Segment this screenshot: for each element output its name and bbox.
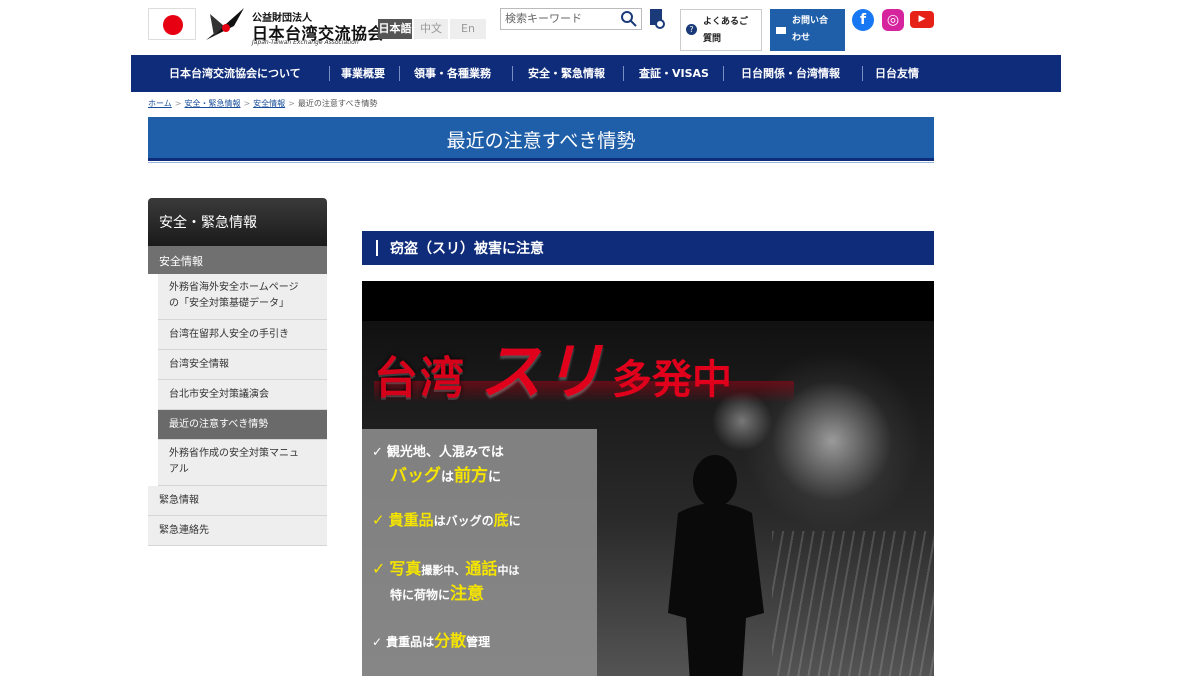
faq-label-2: 質問 — [703, 34, 722, 44]
nav-safety[interactable]: 安全・緊急情報 — [528, 55, 605, 92]
faq-button[interactable]: ? よくあるご質問 — [680, 9, 762, 51]
tip-3-line-2: 特に荷物に注意 — [390, 584, 485, 604]
poster-headline-taiwan: 台湾 — [374, 353, 466, 404]
poster-headline-tahatsu: 多発中 — [612, 357, 733, 403]
sidebar-item-label: 緊急情報 — [159, 495, 199, 506]
jtea-logo-icon[interactable] — [204, 6, 248, 44]
tips-panel: ✓ 観光地、人混みでは バッグは前方に ✓ 貴重品はバッグの底に ✓ 写真撮影中、通話… — [362, 429, 597, 676]
section-heading: 窃盗（スリ）被害に注意 — [362, 231, 934, 265]
sidebar-item-manual[interactable]: 外務省作成の安全対策マニュ アル — [158, 440, 327, 486]
pickpocket-poster: 台湾 スリ 多発中 ✓ 観光地、人混みでは バッグは前方に ✓ 貴重品はバッグの底に ✓… — [362, 281, 934, 676]
question-icon: ? — [686, 24, 697, 35]
org-name-en: Japan-Taiwan Exchange Association — [252, 39, 359, 46]
title-divider — [148, 162, 934, 163]
sidebar-item-taiwan-safety[interactable]: 台湾安全情報 — [158, 350, 327, 380]
sidebar-item-label-2: アル — [169, 464, 189, 475]
nav-visa[interactable]: 査証・VISAS — [639, 55, 709, 92]
sidebar-item-label: 台北市安全対策議演会 — [169, 389, 269, 400]
nav-consular[interactable]: 領事・各種業務 — [414, 55, 491, 92]
breadcrumb-home[interactable]: ホーム — [148, 99, 172, 108]
search-icon[interactable] — [620, 10, 638, 28]
check-icon: ✓ — [372, 559, 386, 578]
check-icon: ✓ — [372, 635, 383, 649]
contact-button[interactable]: お問い合 わせ — [770, 9, 845, 51]
sidebar-item-recent[interactable]: 最近の注意すべき情勢 — [158, 410, 327, 440]
sitemap-icon[interactable] — [648, 8, 666, 30]
tip-1-line-2: バッグは前方に — [390, 466, 502, 486]
poster-headline-suri: スリ — [480, 335, 605, 408]
sidebar-heading-label: 安全・緊急情報 — [159, 215, 257, 231]
sidebar-item-contacts[interactable]: 緊急連絡先 — [148, 516, 327, 546]
breadcrumb-safety-info[interactable]: 安全情報 — [253, 99, 285, 108]
nav-relations[interactable]: 日台関係・台湾情報 — [741, 55, 840, 92]
lang-ja-button[interactable]: 日本語 — [378, 19, 412, 39]
page-title-bar: 最近の注意すべき情勢 — [148, 117, 934, 161]
nav-friendship[interactable]: 日台友情 — [875, 55, 919, 92]
sidebar-item-label: 外務省作成の安全対策マニュ — [169, 448, 299, 459]
main-nav: 日本台湾交流協会について 事業概要 領事・各種業務 安全・緊急情報 査証・VIS… — [131, 55, 1061, 92]
lang-en-button[interactable]: En — [450, 19, 486, 39]
sidebar-item-emergency[interactable]: 緊急情報 — [148, 486, 327, 516]
tip-1: ✓ 観光地、人混みでは — [372, 445, 504, 460]
sidebar-item-label-2: の「安全対策基礎データ」 — [169, 298, 289, 309]
tip-4: ✓ 貴重品は分散管理 — [372, 631, 491, 650]
contact-label-2: わせ — [792, 33, 811, 43]
sidebar-item-label: 緊急連絡先 — [159, 525, 209, 536]
tip-3: ✓ 写真撮影中、通話中は — [372, 559, 520, 578]
sidebar-item-label: 外務省海外安全ホームページ — [169, 282, 299, 293]
faq-label: よくあるご — [703, 17, 749, 27]
sidebar-item-label: 最近の注意すべき情勢 — [169, 419, 269, 430]
sidebar-item-label: 台湾安全情報 — [169, 359, 229, 370]
nav-business[interactable]: 事業概要 — [341, 55, 385, 92]
instagram-icon[interactable]: ◎ — [882, 9, 904, 31]
breadcrumb-safety[interactable]: 安全・緊急情報 — [184, 99, 240, 108]
sidebar-section-label: 安全情報 — [159, 255, 203, 268]
check-icon: ✓ — [372, 445, 383, 460]
lang-zh-button[interactable]: 中文 — [414, 19, 448, 39]
sidebar-section-safety[interactable]: 安全情報 — [148, 246, 327, 274]
japan-flag-icon — [148, 8, 196, 40]
youtube-icon[interactable]: ▶ — [910, 11, 934, 28]
sidebar-item-guide[interactable]: 台湾在留邦人安全の手引き — [158, 320, 327, 350]
silhouette-figure — [668, 455, 764, 676]
breadcrumb-current: 最近の注意すべき情勢 — [297, 99, 378, 108]
mail-icon — [776, 27, 786, 34]
poster-headline: 台湾 スリ 多発中 — [374, 321, 732, 411]
facebook-icon[interactable]: f — [852, 9, 874, 31]
nav-about[interactable]: 日本台湾交流協会について — [169, 55, 301, 92]
check-icon: ✓ — [372, 511, 385, 529]
contact-label: お問い合 — [792, 16, 829, 26]
tip-2: ✓ 貴重品はバッグの底に — [372, 511, 521, 529]
breadcrumb: ホーム > 安全・緊急情報 > 安全情報 > 最近の注意すべき情勢 — [148, 99, 378, 108]
sidebar-item-taipei-council[interactable]: 台北市安全対策議演会 — [158, 380, 327, 410]
sidebar-item-label: 台湾在留邦人安全の手引き — [169, 329, 289, 340]
page-title: 最近の注意すべき情勢 — [446, 130, 636, 152]
sidebar-item-mofa-data[interactable]: 外務省海外安全ホームページ の「安全対策基礎データ」 — [158, 274, 327, 320]
sidebar-heading[interactable]: 安全・緊急情報 — [148, 198, 327, 246]
section-heading-label: 窃盗（スリ）被害に注意 — [390, 241, 544, 257]
